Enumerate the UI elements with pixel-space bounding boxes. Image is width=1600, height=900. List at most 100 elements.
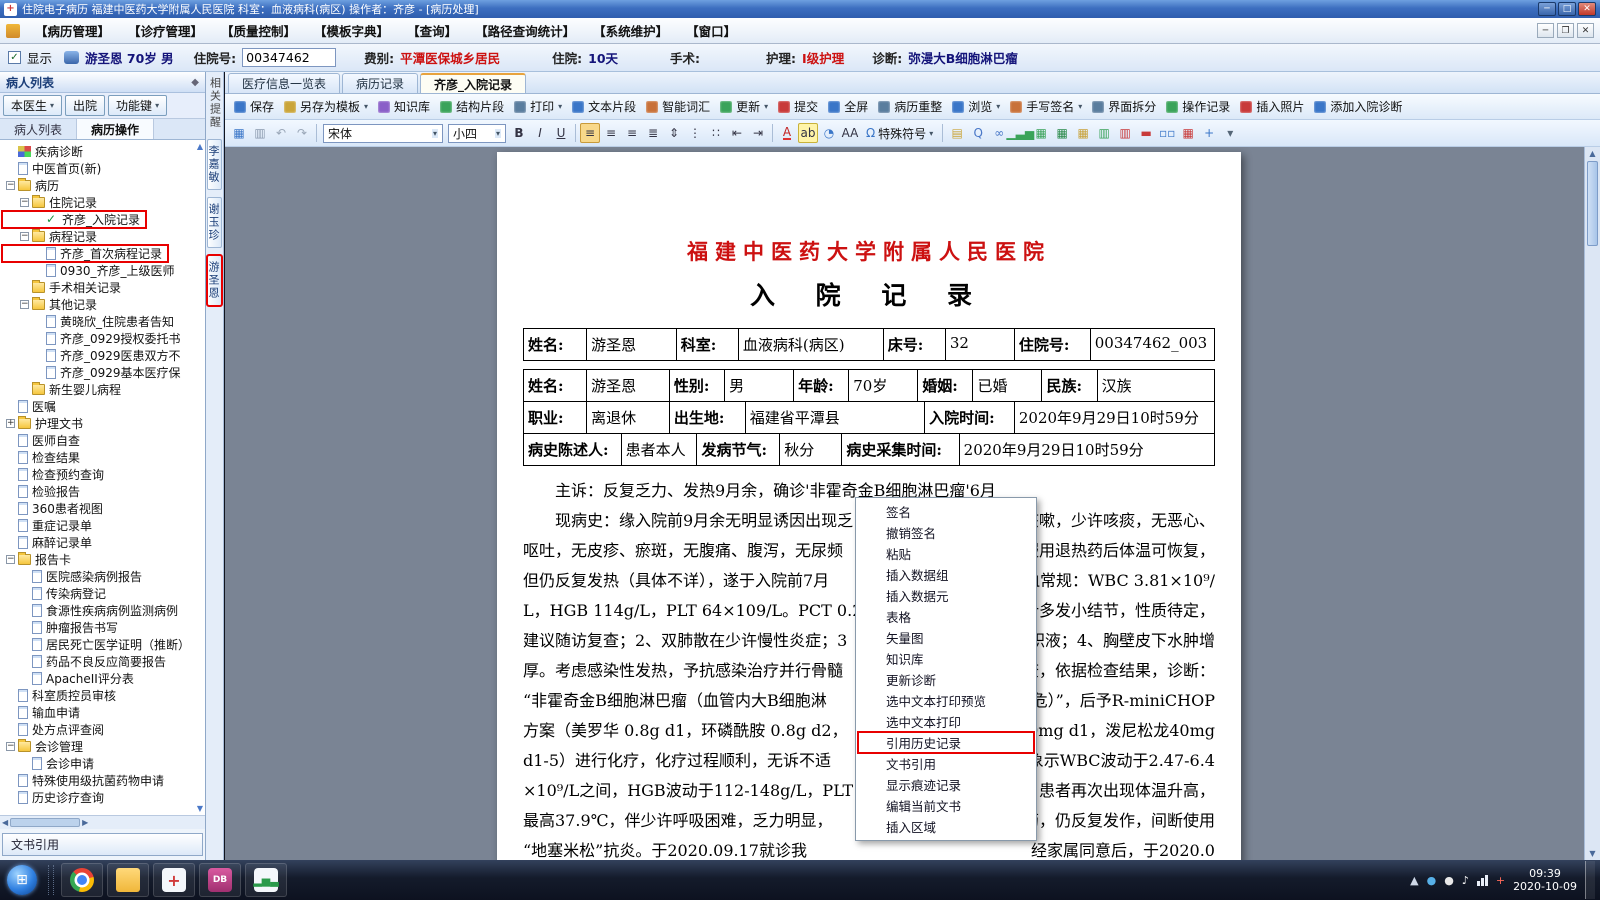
menu-item-2[interactable]: 【诊疗管理】 [119,21,212,40]
context-menu-item-9[interactable]: 更新诊断 [858,669,1034,690]
tree-item[interactable]: 医院感染病例报告 [2,568,148,585]
tree-item[interactable]: 科室质控员审核 [2,687,122,704]
scroll-down-icon[interactable]: ▼ [1589,849,1595,858]
context-menu-item-12[interactable]: 引用历史记录 [857,731,1035,754]
tree-item[interactable]: 360患者视图 [2,500,109,517]
filter-button-2[interactable]: 出院 [65,95,106,116]
merge-cells-icon[interactable]: ▬ [1136,123,1156,143]
admission-no-input[interactable] [242,48,337,67]
align-right-button[interactable]: ≡ [622,123,642,143]
menu-item-8[interactable]: 【窗口】 [677,21,745,40]
toolbar-button-2[interactable]: 另存为模板 ▾ [279,96,373,117]
search-icon[interactable]: Q [968,123,988,143]
insert-row-below-icon[interactable]: ▦ [1073,123,1093,143]
toolbar-button-12[interactable]: 浏览 ▾ [947,96,1005,117]
context-menu-item-4[interactable]: 插入数据组 [858,564,1034,585]
document-scrollbar[interactable]: ▲ ▼ [1584,147,1600,860]
toolbar-button-5[interactable]: 打印 ▾ [509,96,567,117]
tree-item[interactable]: 疾病诊断 [2,143,89,160]
toolbar-button-1[interactable]: 保存 [229,96,279,117]
tree-item[interactable]: ApacheII评分表 [2,670,140,687]
tree-item[interactable]: 输血申请 [2,704,86,721]
filter-button-1[interactable]: 本医生 ▾ [3,95,63,116]
tree-item[interactable]: 处方点评查阅 [2,721,110,738]
more-icon[interactable]: ▾ [1220,123,1240,143]
tree-item[interactable]: 检查预约查询 [2,466,110,483]
scroll-left-icon[interactable]: ◀ [2,818,8,827]
show-checkbox[interactable]: ✓ [8,51,21,64]
char-scale-button[interactable]: AA [840,123,860,143]
scroll-right-icon[interactable]: ▶ [82,818,88,827]
taskbar-app-report[interactable]: ▂▅▃ [245,863,287,897]
toolbar-button-9[interactable]: 提交 [773,96,823,117]
reminder-patient-2[interactable]: 谢玉珍 [207,197,222,248]
tree-item[interactable]: 中医首页(新) [2,160,107,177]
print-icon[interactable]: ▥ [250,123,270,143]
scroll-thumb[interactable] [1587,161,1598,246]
taskbar-app-emr[interactable]: + [153,863,195,897]
tree-item[interactable]: 传染病登记 [2,585,112,602]
insert-table-icon[interactable]: ▦ [1031,123,1051,143]
tree-item[interactable]: − 住院记录 [2,194,103,211]
tree-scroll-up-icon[interactable]: ▲ [197,142,203,151]
toolbar-button-3[interactable]: 知识库 [373,96,435,117]
context-menu-item-11[interactable]: 选中文本打印 [858,711,1034,732]
context-menu-item-13[interactable]: 文书引用 [858,753,1034,774]
menu-item-5[interactable]: 【查询】 [398,21,466,40]
insert-col-right-icon[interactable]: ▥ [1115,123,1135,143]
show-desktop-button[interactable] [1585,861,1595,899]
tree-item[interactable]: 齐彦_首次病程记录 [0,244,170,263]
toolbar-button-11[interactable]: 病历重整 [873,96,947,117]
doc-tab-1[interactable]: 医疗信息一览表 [228,73,341,93]
doc-tab-3[interactable]: 齐彦_入院记录 [420,73,527,93]
menu-item-3[interactable]: 【质量控制】 [212,21,305,40]
context-menu-item-3[interactable]: 粘贴 [858,543,1034,564]
message-icon[interactable]: ● [1444,874,1454,887]
font-family-select[interactable]: 宋体 ▾ [323,123,443,143]
toolbar-button-7[interactable]: 智能词汇 [641,96,715,117]
highlight-button[interactable]: ab [798,123,818,143]
tree-item[interactable]: − 会诊管理 [2,738,89,755]
context-menu-item-15[interactable]: 编辑当前文书 [858,795,1034,816]
line-spacing-button[interactable]: ⇕ [664,123,684,143]
context-menu-item-5[interactable]: 插入数据元 [858,585,1034,606]
tree-item[interactable]: 麻醉记录单 [2,534,98,551]
pin-icon[interactable]: ◆ [191,77,199,88]
toolbar-button-13[interactable]: 手写签名 ▾ [1005,96,1087,117]
taskbar-app-database[interactable]: DB [199,863,241,897]
reminder-patient-1[interactable]: 李嘉敏 [207,139,222,190]
split-cells-icon[interactable]: ▫▫ [1157,123,1177,143]
doc-tab-2[interactable]: 病历记录 [342,73,419,93]
toolbar-button-15[interactable]: 操作记录 [1161,96,1235,117]
context-menu-item-10[interactable]: 选中文本打印预览 [858,690,1034,711]
font-color-button[interactable]: A [777,123,797,143]
tree-item[interactable]: 齐彦_0929授权委托书 [2,330,187,347]
insert-row-above-icon[interactable]: ▦ [1052,123,1072,143]
scroll-thumb[interactable] [10,818,81,827]
tree-item[interactable]: 会诊申请 [2,755,100,772]
delete-table-icon[interactable]: ▦ [1178,123,1198,143]
toolbar-button-10[interactable]: 全屏 [823,96,873,117]
tree-scroll-down-icon[interactable]: ▼ [197,804,203,813]
health-icon[interactable]: + [1496,874,1505,887]
context-menu-item-8[interactable]: 知识库 [858,648,1034,669]
toolbar-button-14[interactable]: 界面拆分 [1087,96,1161,117]
toolbar-button-16[interactable]: 插入照片 [1235,96,1309,117]
context-menu-item-6[interactable]: 表格 [858,606,1034,627]
tree-item[interactable]: 齐彦_0929基本医疗保 [2,364,187,381]
tree-item[interactable]: 肿瘤报告书写 [2,619,124,636]
tree-item[interactable]: − 病程记录 [2,228,103,245]
tree-item[interactable]: 食源性疾病病例监测病例 [2,602,184,619]
tree-item[interactable]: 手术相关记录 [2,279,127,296]
outdent-button[interactable]: ⇤ [727,123,747,143]
redo-icon[interactable]: ↷ [292,123,312,143]
start-button[interactable]: ⊞ [3,861,41,899]
tree-item[interactable]: 0930_齐彦_上级医师 [2,262,181,279]
special-symbols-button[interactable]: Ω 特殊符号 ▾ [861,123,938,143]
scroll-up-icon[interactable]: ▲ [1589,149,1595,158]
reminder-patient-3[interactable]: 游圣恩 [206,254,223,307]
tree-item[interactable]: ✓ 齐彦_入院记录 [0,210,148,229]
align-justify-button[interactable]: ≣ [643,123,663,143]
window-close-button[interactable]: ✕ [1578,2,1596,16]
tree-horizontal-scrollbar[interactable]: ◀ ▶ [0,815,205,829]
